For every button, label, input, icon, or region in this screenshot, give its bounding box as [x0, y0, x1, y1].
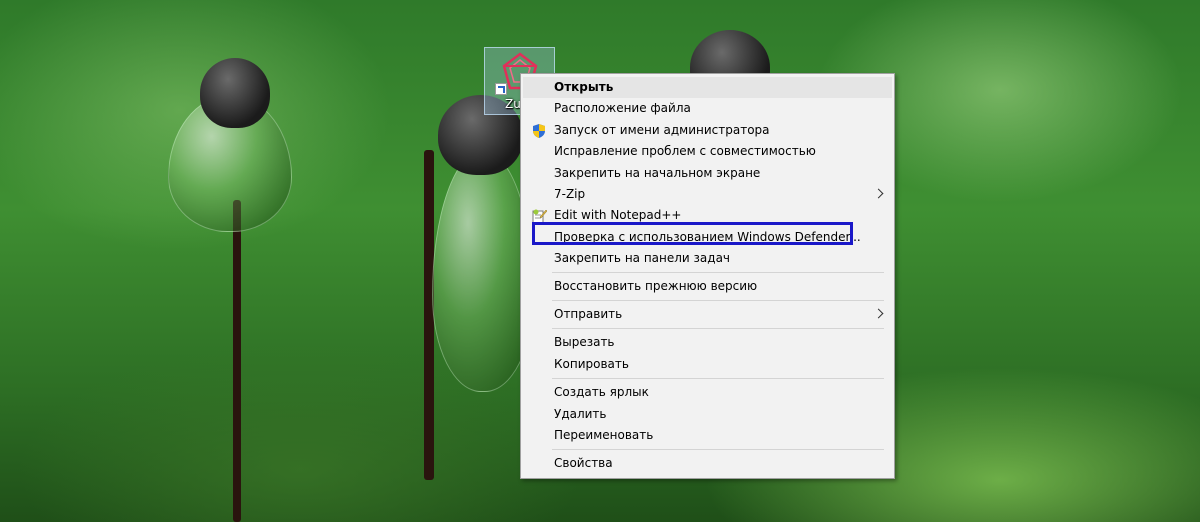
- menu-separator: [552, 378, 884, 379]
- menu-item-copy[interactable]: Копировать: [523, 354, 892, 375]
- menu-separator: [552, 449, 884, 450]
- menu-item-label: Отправить: [554, 307, 623, 321]
- wallpaper-water-drop: [432, 150, 534, 392]
- menu-separator: [552, 328, 884, 329]
- menu-item-run-as-admin[interactable]: Запуск от имени администратора: [523, 120, 892, 141]
- menu-item-troubleshoot-compatibility[interactable]: Исправление проблем с совместимостью: [523, 141, 892, 162]
- menu-item-label: Исправление проблем с совместимостью: [554, 144, 816, 158]
- wallpaper-cap: [200, 58, 270, 128]
- menu-item-send-to[interactable]: Отправить: [523, 304, 892, 325]
- menu-item-label: Копировать: [554, 357, 629, 371]
- menu-item-label: Восстановить прежнюю версию: [554, 279, 758, 293]
- menu-item-file-location[interactable]: Расположение файла: [523, 98, 892, 119]
- wallpaper-stem: [233, 200, 241, 522]
- menu-item-label: Расположение файла: [554, 101, 691, 115]
- menu-item-rename[interactable]: Переименовать: [523, 425, 892, 446]
- menu-item-pin-to-taskbar[interactable]: Закрепить на панели задач: [523, 248, 892, 269]
- menu-item-label: Вырезать: [554, 335, 615, 349]
- shortcut-arrow-icon: [495, 83, 507, 95]
- menu-item-7zip[interactable]: 7-Zip: [523, 184, 892, 205]
- menu-item-cut[interactable]: Вырезать: [523, 332, 892, 353]
- menu-item-label: Переименовать: [554, 428, 654, 442]
- menu-item-open[interactable]: Открыть: [523, 77, 892, 98]
- menu-item-label: Открыть: [554, 80, 614, 94]
- chevron-right-icon: [873, 308, 884, 319]
- menu-separator: [552, 300, 884, 301]
- menu-item-restore-previous-version[interactable]: Восстановить прежнюю версию: [523, 276, 892, 297]
- annotation-highlight-box: [532, 222, 853, 245]
- context-menu: Открыть Расположение файла Запуск от име…: [520, 73, 895, 479]
- menu-item-label: 7-Zip: [554, 187, 586, 201]
- menu-item-label: Запуск от имени администратора: [554, 123, 770, 137]
- menu-item-label: Удалить: [554, 407, 607, 421]
- menu-item-delete[interactable]: Удалить: [523, 404, 892, 425]
- menu-separator: [552, 272, 884, 273]
- menu-item-properties[interactable]: Свойства: [523, 453, 892, 474]
- chevron-right-icon: [873, 188, 884, 199]
- menu-item-label: Закрепить на начальном экране: [554, 166, 761, 180]
- menu-item-label: Свойства: [554, 456, 613, 470]
- menu-item-label: Закрепить на панели задач: [554, 251, 731, 265]
- menu-item-label: Создать ярлык: [554, 385, 649, 399]
- uac-shield-icon: [533, 124, 545, 138]
- menu-item-pin-to-start[interactable]: Закрепить на начальном экране: [523, 163, 892, 184]
- menu-item-create-shortcut[interactable]: Создать ярлык: [523, 382, 892, 403]
- desktop-icon-label: Zu: [505, 97, 521, 111]
